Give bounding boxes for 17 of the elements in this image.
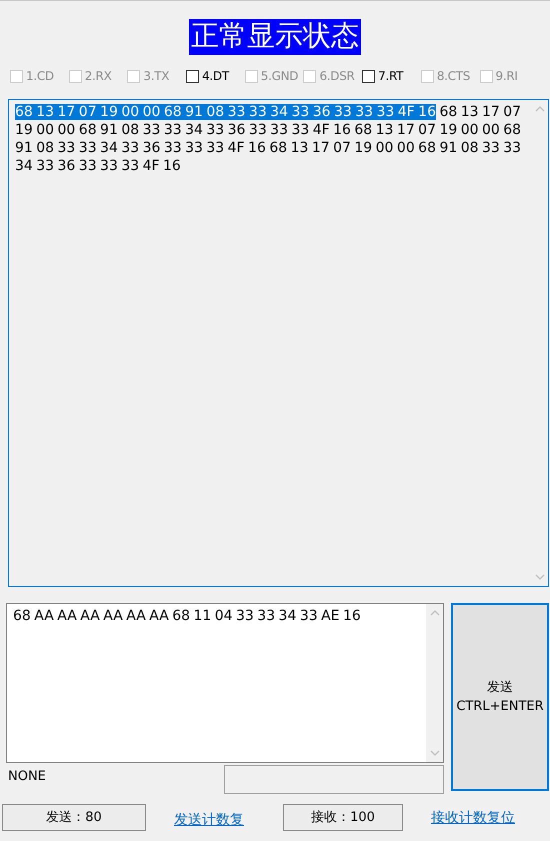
reset-received-link[interactable]: 接收计数复位 [431, 808, 515, 826]
status-title: 正常显示状态 [189, 19, 361, 55]
send-button[interactable]: 发送 CTRL+ENTER [451, 603, 549, 791]
signal-checkbox[interactable]: 4.DT [186, 67, 245, 85]
scroll-up-icon[interactable] [534, 106, 544, 112]
scroll-up-icon[interactable] [430, 610, 440, 616]
receive-text-area[interactable]: 68 13 17 07 19 00 00 68 91 08 33 33 34 33 36 33 33 33 4F 16 68 13 17 07 19 00 00 68 91 08 33 33 34 33 36 33 33 33 4F 16 68 13 17 07 19 00 00 68 91 08 33 33 34 33 36 33 33 33 4F 16 68 13 17 07 19 00 00 68 91 08 33 33 34 33 36 33 33 33 4F 16 [8, 99, 549, 587]
sent-count-field: 发送：80 [2, 804, 146, 831]
reset-sent-link[interactable]: 发送计数复 [174, 810, 244, 828]
scroll-down-icon[interactable] [430, 750, 440, 756]
signal-checkbox[interactable]: 7.RT [362, 67, 421, 85]
input-field[interactable] [224, 765, 444, 794]
scroll-down-icon[interactable] [534, 574, 544, 580]
scrollbar[interactable] [426, 604, 443, 762]
received-count-field: 接收：100 [283, 804, 403, 831]
send-text-area[interactable]: 68 AA AA AA AA AA AA 68 11 04 33 33 34 33 AE 16 [6, 603, 444, 763]
status-text: NONE [8, 769, 46, 784]
